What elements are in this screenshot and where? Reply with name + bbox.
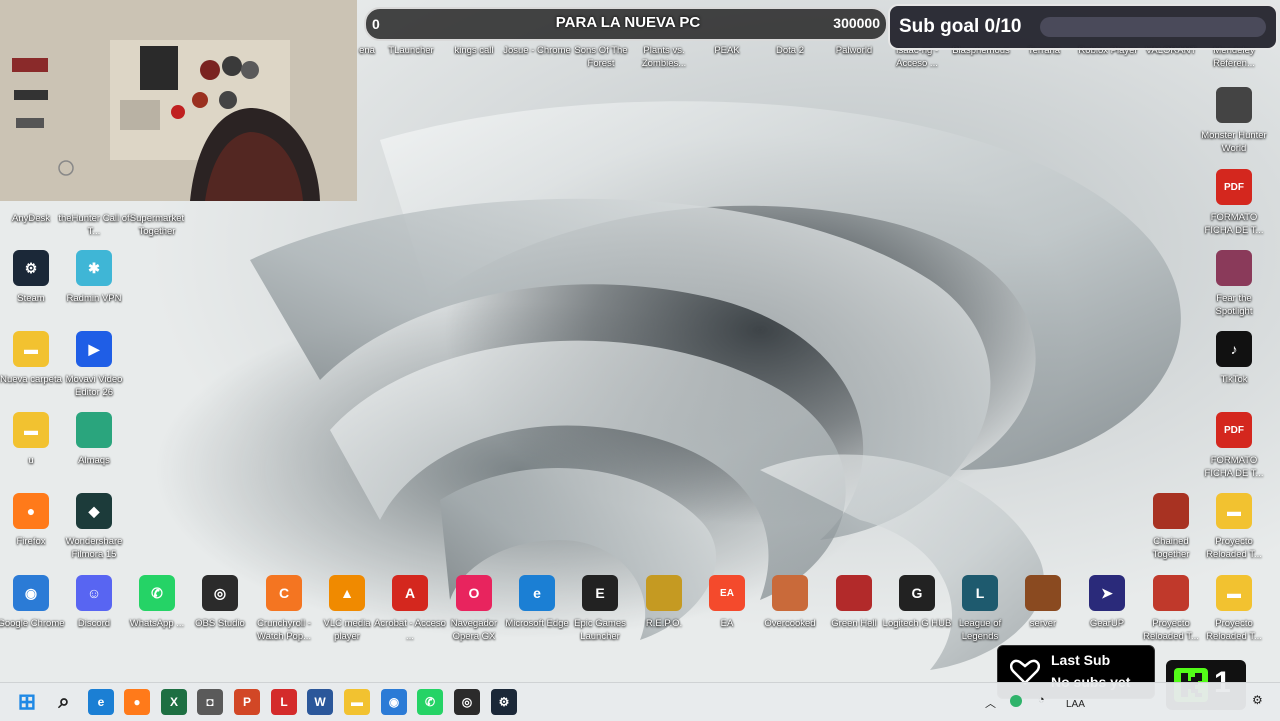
desktop-icon-label-almaqs[interactable]: Almaqs <box>57 454 131 467</box>
excel-button[interactable]: X <box>161 689 187 715</box>
chrome-icon: ◉ <box>388 695 400 709</box>
taskbar: ⊞ ⌕ e ● X ◘ P L W ▬ ◉ ✆ ◎ ⚙ LAA ︿ ◔ ⚙ <box>0 682 1280 721</box>
edge-icon: e <box>97 695 105 709</box>
steam-button[interactable]: ⚙ <box>491 689 517 715</box>
sub-goal-progress-track <box>1040 17 1266 37</box>
folder-icon[interactable]: ▬ <box>13 412 49 448</box>
edge-icon[interactable]: e <box>519 575 555 611</box>
steam-icon: ⚙ <box>498 695 510 709</box>
firefox-button[interactable]: ● <box>124 689 150 715</box>
desktop-icon-label-josue-chrome[interactable]: Josue - Chrome <box>500 44 574 57</box>
pdf-icon[interactable]: PDF <box>1216 169 1252 205</box>
gearup-icon[interactable]: ➤ <box>1089 575 1125 611</box>
game-icon[interactable] <box>646 575 682 611</box>
obs-icon: ◎ <box>461 695 473 709</box>
folder-icon: ▬ <box>351 695 363 709</box>
firefox-icon[interactable]: ● <box>13 493 49 529</box>
filmora-icon[interactable]: ◆ <box>76 493 112 529</box>
game-icon[interactable] <box>836 575 872 611</box>
whatsapp-icon[interactable]: ✆ <box>139 575 175 611</box>
app-icon[interactable] <box>1153 575 1189 611</box>
desktop-icon-label-proyecto-reloaded-t[interactable]: Proyecto Reloaded T... <box>1197 617 1271 643</box>
desktop-icon-label-acrobat-acceso[interactable]: Acrobat - Acceso ... <box>373 617 447 643</box>
desktop-icon-label-supermarket-together[interactable]: Supermarket Together <box>120 212 194 238</box>
desktop-icon-label-dota-2[interactable]: Dota 2 <box>753 44 827 57</box>
app-icon: L <box>280 695 288 709</box>
desktop-icon-label-formato-ficha-de-t[interactable]: FORMATO FICHA DE T... <box>1197 211 1271 237</box>
last-sub-title: Last Sub <box>1051 652 1111 668</box>
whatsapp-icon: ✆ <box>424 695 436 709</box>
desktop-icon-label-fear-the-spotlight[interactable]: Fear the Spotlight <box>1197 292 1271 318</box>
discord-icon[interactable]: ☺ <box>76 575 112 611</box>
tiktok-icon[interactable]: ♪ <box>1216 331 1252 367</box>
pdf-icon[interactable]: PDF <box>1216 412 1252 448</box>
tray-network-icon[interactable]: ◔ <box>1038 694 1045 706</box>
word-icon: W <box>314 695 326 709</box>
desktop-icon-label-formato-ficha-de-t[interactable]: FORMATO FICHA DE T... <box>1197 454 1271 480</box>
movavi-icon[interactable]: ▶ <box>76 331 112 367</box>
tray-chevron-icon[interactable]: ︿ <box>985 695 996 711</box>
game-icon[interactable] <box>1025 575 1061 611</box>
sub-goal-widget: Sub goal 0/10 <box>888 4 1278 50</box>
camera-icon: ◘ <box>206 695 214 709</box>
chrome-button[interactable]: ◉ <box>381 689 407 715</box>
desktop-icon-label-overcooked[interactable]: Overcooked <box>753 617 827 630</box>
logitech-icon[interactable]: G <box>899 575 935 611</box>
start-button[interactable]: ⊞ <box>14 689 40 715</box>
camera-button[interactable]: ◘ <box>197 689 223 715</box>
desktop-icon-label-wondershare-filmora-15[interactable]: Wondershare Filmora 15 <box>57 535 131 561</box>
goal-title: PARA LA NUEVA PC <box>555 14 701 31</box>
desktop-icon-label-gearup[interactable]: GearUP <box>1070 617 1144 630</box>
search-icon: ⌕ <box>58 690 70 713</box>
windows-icon: ⊞ <box>17 689 37 714</box>
firefox-icon: ● <box>133 695 141 709</box>
powerpoint-button[interactable]: P <box>234 689 260 715</box>
desktop-icon-label-monster-hunter-world[interactable]: Monster Hunter World <box>1197 129 1271 155</box>
folder-icon[interactable]: ▬ <box>1216 493 1252 529</box>
ea-icon[interactable]: EA <box>709 575 745 611</box>
opera-icon[interactable]: O <box>456 575 492 611</box>
game-icon[interactable] <box>1216 87 1252 123</box>
lol-icon[interactable]: L <box>962 575 998 611</box>
obs-icon[interactable]: ◎ <box>202 575 238 611</box>
acrobat-icon[interactable]: A <box>392 575 428 611</box>
app-l-button[interactable]: L <box>271 689 297 715</box>
powerpoint-icon: P <box>242 695 251 709</box>
search-button[interactable]: ⌕ <box>51 689 77 715</box>
tray-app-icon[interactable] <box>1010 695 1022 707</box>
game-icon[interactable] <box>1216 250 1252 286</box>
explorer-button[interactable]: ▬ <box>344 689 370 715</box>
edge-button[interactable]: e <box>88 689 114 715</box>
obs-button[interactable]: ◎ <box>454 689 480 715</box>
game-icon[interactable] <box>1153 493 1189 529</box>
desktop-icon-label-epic-games-launcher[interactable]: Epic Games Launcher <box>563 617 637 643</box>
desktop-icon-label-tiktok[interactable]: TikTok <box>1197 373 1271 386</box>
app-icon[interactable] <box>76 412 112 448</box>
radmin-icon[interactable]: ✱ <box>76 250 112 286</box>
chrome-icon[interactable]: ◉ <box>13 575 49 611</box>
vlc-icon[interactable]: ▲ <box>329 575 365 611</box>
folder-icon[interactable]: ▬ <box>1216 575 1252 611</box>
crunchyroll-icon[interactable]: C <box>266 575 302 611</box>
excel-icon: X <box>169 695 178 709</box>
game-icon[interactable] <box>772 575 808 611</box>
epic-icon[interactable]: E <box>582 575 618 611</box>
goal-start-value: 0 <box>372 16 380 32</box>
desktop-icon-label-proyecto-reloaded-t[interactable]: Proyecto Reloaded T... <box>1197 535 1271 561</box>
desktop-icon-label-obs-studio[interactable]: OBS Studio <box>183 617 257 630</box>
tray-language[interactable]: LAA <box>1066 699 1085 710</box>
webcam-feed <box>0 0 357 201</box>
tray-settings-icon[interactable]: ⚙ <box>1252 693 1263 707</box>
desktop-icon-label-movavi-video-editor-26[interactable]: Movavi Video Editor 26 <box>57 373 131 399</box>
goal-target-value: 300000 <box>833 15 880 31</box>
donation-goal-bar: 0 PARA LA NUEVA PC 300000 <box>364 7 888 41</box>
desktop-icon-label-server[interactable]: server <box>1006 617 1080 630</box>
word-button[interactable]: W <box>307 689 333 715</box>
whatsapp-button[interactable]: ✆ <box>417 689 443 715</box>
sub-goal-text: Sub goal 0/10 <box>899 16 1022 37</box>
desktop-icon-label-radmin-vpn[interactable]: Radmin VPN <box>57 292 131 305</box>
folder-icon[interactable]: ▬ <box>13 331 49 367</box>
steam-icon[interactable]: ⚙ <box>13 250 49 286</box>
